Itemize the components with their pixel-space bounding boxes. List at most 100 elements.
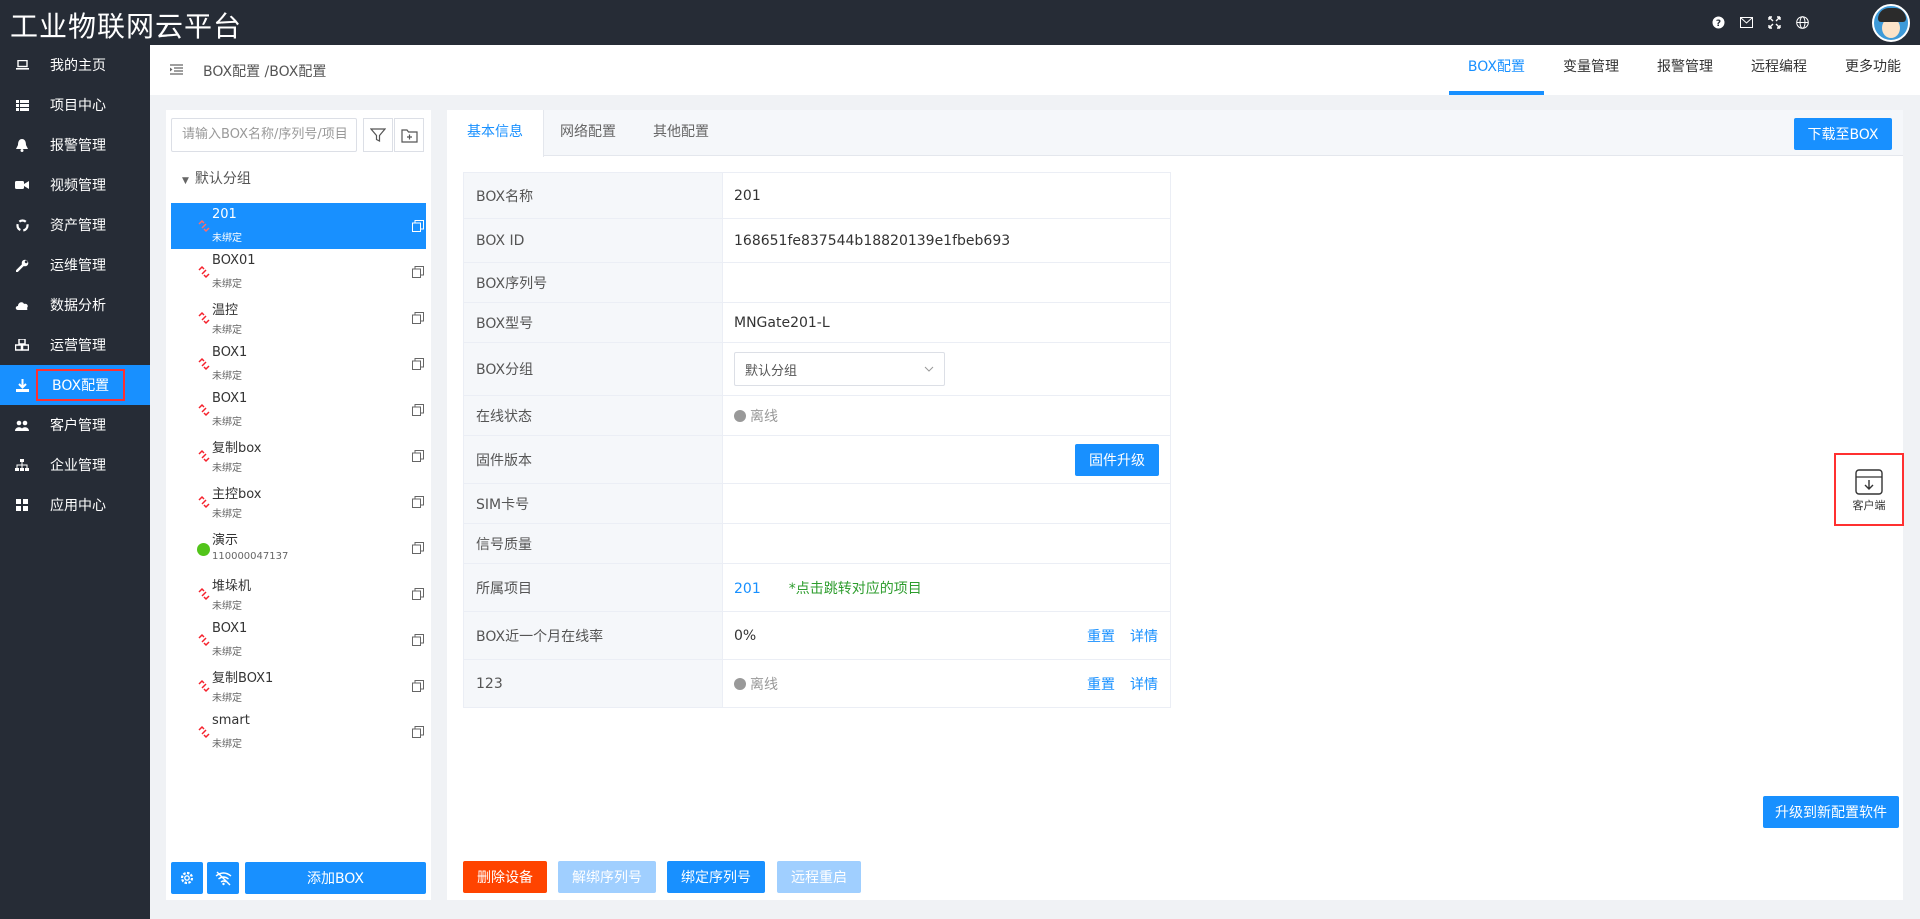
copy-icon[interactable] (412, 358, 424, 370)
box-status: 未绑定 (212, 325, 242, 336)
row-label: 所属项目 (463, 563, 723, 612)
box-name: 复制box (212, 441, 262, 456)
tab-other-config[interactable]: 其他配置 (633, 110, 729, 156)
table-row: 信号质量 (463, 523, 1171, 564)
menu-toggle-icon[interactable] (170, 63, 183, 79)
copy-icon[interactable] (412, 588, 424, 600)
copy-icon[interactable] (412, 404, 424, 416)
detail-link[interactable]: 详情 (1130, 626, 1158, 646)
copy-icon[interactable] (412, 680, 424, 692)
recycle-icon (15, 218, 29, 232)
fullscreen-icon[interactable] (1766, 14, 1782, 30)
sidebar-item-apps[interactable]: 应用中心 (0, 485, 150, 525)
sidebar-item-home[interactable]: 我的主页 (0, 45, 150, 85)
box-name: 主控box (212, 487, 262, 502)
detail-link[interactable]: 详情 (1130, 674, 1158, 694)
sidebar-item-customers[interactable]: 客户管理 (0, 405, 150, 445)
copy-icon[interactable] (412, 634, 424, 646)
bell-icon (15, 138, 29, 152)
list-item[interactable]: 201 未绑定 (171, 203, 426, 249)
filter-button[interactable] (363, 118, 393, 152)
copy-icon[interactable] (412, 726, 424, 738)
download-to-box-button[interactable]: 下载至BOX (1794, 118, 1892, 150)
list-item[interactable]: 堆垛机 未绑定 (171, 571, 426, 617)
remote-reboot-button[interactable]: 远程重启 (777, 861, 861, 893)
row-label: BOX型号 (463, 302, 723, 343)
settings-button[interactable] (171, 862, 203, 894)
sidebar-item-box-config[interactable]: BOX配置 (0, 365, 150, 405)
list-item[interactable]: BOX1 未绑定 (171, 387, 426, 433)
unlink-icon (198, 219, 210, 233)
tab-alarms[interactable]: 报警管理 (1638, 45, 1732, 95)
user-avatar[interactable] (1872, 4, 1910, 42)
list-item[interactable]: BOX1 未绑定 (171, 341, 426, 387)
top-bar: 工业物联网云平台 ? (0, 0, 1920, 45)
sidebar-item-operations[interactable]: 运营管理 (0, 325, 150, 365)
reset-link[interactable]: 重置 (1087, 626, 1115, 646)
copy-icon[interactable] (412, 266, 424, 278)
globe-icon[interactable] (1794, 14, 1810, 30)
row-label: BOX分组 (463, 342, 723, 396)
table-row: BOX分组 默认分组 (463, 342, 1171, 396)
sidebar-item-alarms[interactable]: 报警管理 (0, 125, 150, 165)
list-item[interactable]: BOX1 未绑定 (171, 617, 426, 663)
project-hint: *点击跳转对应的项目 (788, 580, 922, 597)
reset-link[interactable]: 重置 (1087, 674, 1115, 694)
list-item[interactable]: 温控 未绑定 (171, 295, 426, 341)
header-tabs: BOX配置 变量管理 报警管理 远程编程 更多功能 (1448, 45, 1920, 95)
status-dot-icon (734, 677, 746, 690)
list-item[interactable]: 复制box 未绑定 (171, 433, 426, 479)
add-folder-button[interactable] (394, 118, 424, 152)
box-name: BOX1 (212, 621, 248, 636)
tab-basic-info[interactable]: 基本信息 (447, 110, 544, 157)
sidebar-item-enterprise[interactable]: 企业管理 (0, 445, 150, 485)
tab-variables[interactable]: 变量管理 (1544, 45, 1638, 95)
unlink-icon (198, 587, 210, 601)
box-name: 复制BOX1 (212, 671, 274, 686)
sidebar-item-analytics[interactable]: 数据分析 (0, 285, 150, 325)
help-icon[interactable]: ? (1710, 14, 1726, 30)
group-select[interactable]: 默认分组 (734, 352, 945, 386)
list-item[interactable]: BOX01 未绑定 (171, 249, 426, 295)
inbox-download-icon (1855, 469, 1883, 495)
upgrade-config-software-button[interactable]: 升级到新配置软件 (1763, 796, 1899, 828)
search-input[interactable]: 请输入BOX名称/序列号/项目 (171, 118, 357, 152)
list-item[interactable]: smart 未绑定 (171, 709, 426, 755)
delete-device-button[interactable]: 删除设备 (463, 861, 547, 893)
copy-icon[interactable] (412, 542, 424, 554)
copy-icon[interactable] (412, 312, 424, 324)
list-item[interactable]: 主控box 未绑定 (171, 479, 426, 525)
box-status: 110000047137 (212, 551, 289, 562)
wifi-off-button[interactable] (207, 862, 239, 894)
add-box-button[interactable]: 添加BOX (245, 862, 426, 894)
copy-icon[interactable] (412, 496, 424, 508)
project-link[interactable]: 201 (734, 581, 761, 597)
copy-icon[interactable] (412, 450, 424, 462)
group-default[interactable]: ▼ 默认分组 (182, 168, 251, 188)
box-status: 未绑定 (212, 279, 242, 290)
download-icon (15, 378, 29, 392)
box-name: 堆垛机 (212, 579, 252, 594)
sidebar-item-assets[interactable]: 资产管理 (0, 205, 150, 245)
unbind-serial-button[interactable]: 解绑序列号 (558, 861, 656, 893)
box-list-panel: 请输入BOX名称/序列号/项目 ▼ 默认分组 201 未绑定 BOX01 未绑定 … (166, 110, 431, 900)
copy-icon[interactable] (412, 220, 424, 232)
bind-serial-button[interactable]: 绑定序列号 (667, 861, 765, 893)
list-item[interactable]: 复制BOX1 未绑定 (171, 663, 426, 709)
box-status: 未绑定 (212, 739, 242, 750)
unlink-icon (198, 311, 210, 325)
cloud-icon (15, 298, 29, 312)
sidebar-item-video[interactable]: 视频管理 (0, 165, 150, 205)
mail-icon[interactable] (1738, 14, 1754, 30)
list-item[interactable]: 演示 110000047137 (171, 525, 426, 571)
firmware-upgrade-button[interactable]: 固件升级 (1075, 444, 1159, 476)
sidebar-item-projects[interactable]: 项目中心 (0, 85, 150, 125)
tab-network-config[interactable]: 网络配置 (540, 110, 636, 156)
tab-remote-programming[interactable]: 远程编程 (1732, 45, 1826, 95)
tab-box-config[interactable]: BOX配置 (1448, 45, 1544, 95)
apps-icon (15, 498, 29, 512)
sidebar-item-maintenance[interactable]: 运维管理 (0, 245, 150, 285)
sitemap-icon (15, 458, 29, 472)
tab-more[interactable]: 更多功能 (1826, 45, 1920, 95)
client-download-widget[interactable]: 客户端 (1834, 453, 1904, 526)
